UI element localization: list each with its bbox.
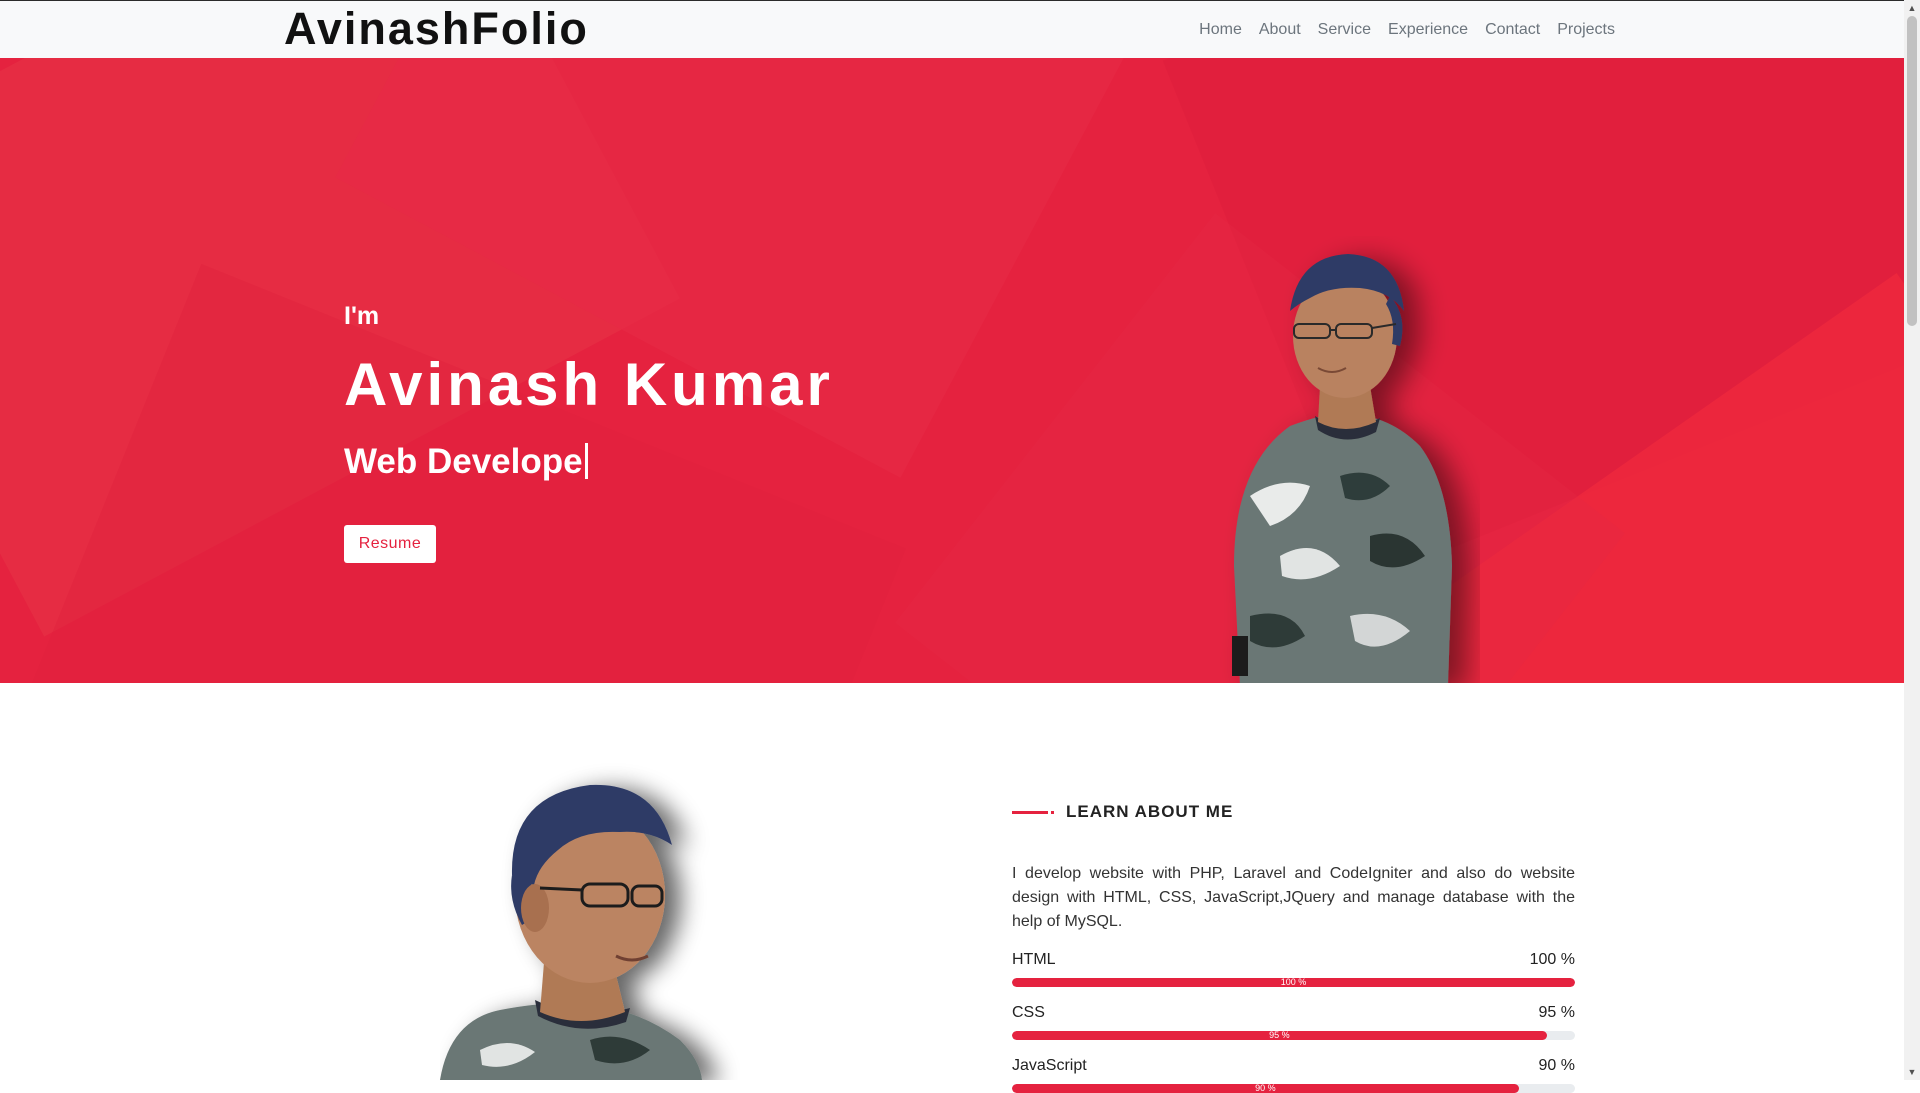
skill-progress-bar: 95 %	[1012, 1031, 1575, 1040]
about-description: I develop website with PHP, Laravel and …	[1012, 865, 1575, 930]
skill-row: JavaScript 90 %	[1012, 1056, 1575, 1076]
scrollbar-thumb[interactable]	[1907, 16, 1917, 326]
nav-link-about[interactable]: About	[1259, 21, 1301, 39]
page-scrollbar[interactable]: ▲ ▼	[1904, 0, 1920, 1080]
skill-row: HTML 100 %	[1012, 950, 1575, 970]
skill-name: CSS	[1012, 1004, 1045, 1021]
skill-progress-label: 100 %	[1280, 978, 1307, 987]
brand-logo[interactable]: AvinashFolio	[284, 3, 589, 55]
triangle-down-icon[interactable]: ▼	[1904, 1064, 1920, 1080]
nav-link-home[interactable]: Home	[1199, 21, 1242, 39]
triangle-up-icon[interactable]: ▲	[1904, 0, 1920, 16]
nav-link-experience[interactable]: Experience	[1388, 21, 1468, 39]
skill-progress-bar: 100 %	[1012, 978, 1575, 987]
about-heading: LEARN ABOUT ME	[1012, 800, 1575, 824]
skill-progress-bar: 90 %	[1012, 1084, 1575, 1093]
resume-button[interactable]: Resume	[344, 525, 436, 563]
heading-accent-line	[1012, 810, 1054, 814]
skill-percent: 90 %	[1538, 1057, 1575, 1074]
skill-progress-label: 90 %	[1255, 1084, 1276, 1093]
hero-intro: I'm	[344, 302, 380, 330]
typing-cursor	[584, 443, 588, 479]
hero-portrait-image	[1232, 254, 1452, 683]
skill-name: JavaScript	[1012, 1057, 1087, 1074]
about-portrait-image	[440, 784, 702, 1080]
skill-html: HTML 100 % 100 %	[1012, 950, 1575, 987]
skill-percent: 95 %	[1538, 1004, 1575, 1021]
nav-link-projects[interactable]: Projects	[1557, 21, 1615, 39]
skill-name: HTML	[1012, 951, 1056, 968]
about-section: LEARN ABOUT ME I develop website with PH…	[1012, 800, 1575, 1093]
nav-links: Home About Service Experience Contact Pr…	[1199, 1, 1615, 59]
skill-progress-label: 95 %	[1269, 1031, 1290, 1040]
navbar: AvinashFolio Home About Service Experien…	[0, 0, 1904, 58]
hero-section: I'm Avinash Kumar Web Develope Resume	[0, 58, 1904, 683]
hero-name: Avinash Kumar	[344, 351, 834, 418]
about-title: LEARN ABOUT ME	[1066, 802, 1234, 821]
skill-row: CSS 95 %	[1012, 1003, 1575, 1023]
nav-link-contact[interactable]: Contact	[1485, 21, 1540, 39]
skill-percent: 100 %	[1529, 951, 1575, 968]
skill-css: CSS 95 % 95 %	[1012, 1003, 1575, 1040]
skill-javascript: JavaScript 90 % 90 %	[1012, 1056, 1575, 1093]
nav-link-service[interactable]: Service	[1318, 21, 1371, 39]
hero-role-line: Web Develope	[344, 442, 588, 482]
hero-role: Web Develope	[344, 442, 583, 481]
